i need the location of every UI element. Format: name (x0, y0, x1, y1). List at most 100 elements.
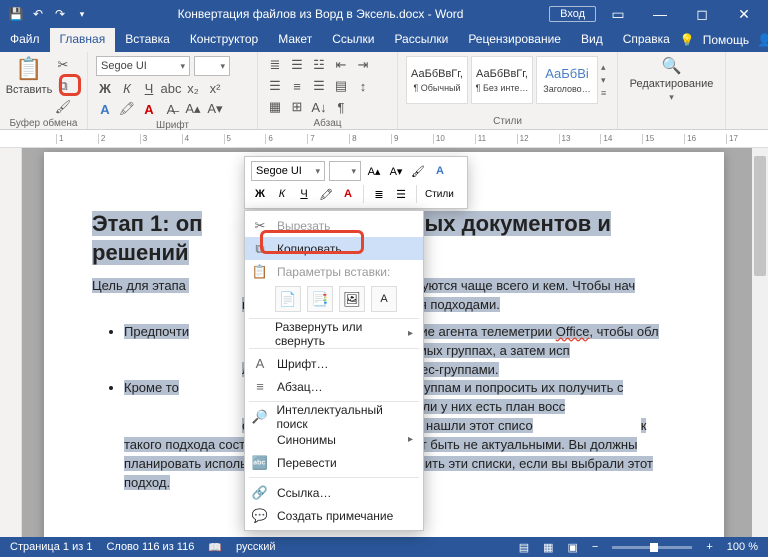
mini-font-name[interactable]: Segoe UI▾ (251, 161, 325, 181)
zoom-slider[interactable] (612, 546, 692, 549)
qat-dropdown-icon[interactable]: ▾ (72, 4, 92, 24)
clear-format-icon[interactable]: A̶ (162, 100, 180, 118)
horizontal-ruler[interactable]: 1234567891011121314151617 (0, 130, 768, 148)
view-print-icon[interactable]: ▦ (543, 541, 553, 554)
mini-grow-font-icon[interactable]: A▴ (365, 161, 383, 181)
style-heading1[interactable]: АаБбВі Заголово… (536, 56, 598, 104)
numbering-icon[interactable]: ☰ (288, 56, 306, 74)
mini-italic-icon[interactable]: К (273, 184, 291, 204)
maximize-icon[interactable]: ◻ (682, 0, 722, 28)
font-name-select[interactable]: Segoe UI▾ (96, 56, 190, 76)
paste-merge-icon[interactable]: 📑 (307, 286, 333, 312)
mini-numbering-icon[interactable]: ☰ (392, 184, 410, 204)
strike-icon[interactable]: abc (162, 79, 180, 97)
bullets-icon[interactable]: ≣ (266, 56, 284, 74)
grow-font-icon[interactable]: A▴ (184, 100, 202, 118)
font-color-icon[interactable]: A (140, 100, 158, 118)
shrink-font-icon[interactable]: A▾ (206, 100, 224, 118)
view-web-icon[interactable]: ▣ (568, 541, 578, 554)
tab-file[interactable]: Файл (0, 28, 50, 52)
status-word-count[interactable]: Слово 116 из 116 (106, 541, 194, 553)
mini-font-size[interactable]: ▾ (329, 161, 361, 181)
editing-button[interactable]: 🔍 Редактирование ▾ (626, 56, 717, 103)
zoom-level[interactable]: 100 % (727, 541, 758, 553)
lightbulb-icon[interactable]: 💡 (680, 33, 695, 47)
mini-format-painter-icon[interactable]: 🖌 (409, 161, 427, 181)
copy-icon[interactable]: ⧉ (54, 77, 72, 95)
vertical-ruler[interactable] (0, 148, 22, 537)
bold-icon[interactable]: Ж (96, 79, 114, 97)
tab-view[interactable]: Вид (571, 28, 613, 52)
decrease-indent-icon[interactable]: ⇤ (332, 56, 350, 74)
text-effects-icon[interactable]: A (96, 100, 114, 118)
status-proofing-icon[interactable]: 📖 (208, 541, 222, 554)
styles-expand-icon[interactable]: ≡ (601, 88, 606, 98)
paste-picture-icon[interactable]: 🖼 (339, 286, 365, 312)
align-right-icon[interactable]: ☰ (310, 77, 328, 95)
paste-keep-source-icon[interactable]: 📄 (275, 286, 301, 312)
vertical-scrollbar[interactable] (752, 148, 768, 537)
ctx-smart-lookup[interactable]: 🔎Интеллектуальный поиск (245, 405, 423, 428)
minimize-icon[interactable]: — (640, 0, 680, 28)
ctx-font[interactable]: AШрифт… (245, 352, 423, 375)
mini-styles-button[interactable]: Стили (423, 184, 456, 204)
borders-icon[interactable]: ⊞ (288, 98, 306, 116)
ctx-cut[interactable]: ✂Вырезать (245, 214, 423, 237)
mini-bullets-icon[interactable]: ≣ (370, 184, 388, 204)
mini-styles-icon[interactable]: A (431, 161, 449, 181)
tell-me-button[interactable]: Помощь (703, 33, 749, 47)
zoom-in-icon[interactable]: + (706, 541, 712, 553)
ctx-new-comment[interactable]: 💬Создать примечание (245, 504, 423, 527)
shading-icon[interactable]: ▦ (266, 98, 284, 116)
tab-design[interactable]: Конструктор (180, 28, 268, 52)
status-language[interactable]: русский (236, 541, 275, 553)
tab-help[interactable]: Справка (613, 28, 680, 52)
align-left-icon[interactable]: ☰ (266, 77, 284, 95)
highlight-icon[interactable]: 🖍 (118, 100, 136, 118)
line-spacing-icon[interactable]: ↕ (354, 77, 372, 95)
underline-icon[interactable]: Ч (140, 79, 158, 97)
align-center-icon[interactable]: ≡ (288, 77, 306, 95)
mini-bold-icon[interactable]: Ж (251, 184, 269, 204)
ctx-expand-collapse[interactable]: Развернуть или свернуть▸ (245, 322, 423, 345)
view-read-icon[interactable]: ▤ (519, 541, 529, 554)
tab-review[interactable]: Рецензирование (458, 28, 571, 52)
tab-mailings[interactable]: Рассылки (384, 28, 458, 52)
styles-down-icon[interactable]: ▾ (601, 75, 606, 86)
mini-highlight-icon[interactable]: 🖍 (317, 184, 335, 204)
save-icon[interactable]: 💾 (6, 4, 26, 24)
show-marks-icon[interactable]: ¶ (332, 98, 350, 116)
cut-icon[interactable]: ✂ (54, 56, 72, 74)
paste-button[interactable]: 📋 Вставить (8, 56, 50, 116)
paste-text-only-icon[interactable]: A (371, 286, 397, 312)
justify-icon[interactable]: ▤ (332, 77, 350, 95)
ctx-link[interactable]: 🔗Ссылка… (245, 481, 423, 504)
redo-icon[interactable]: ↷ (50, 4, 70, 24)
tab-references[interactable]: Ссылки (322, 28, 384, 52)
sort-icon[interactable]: A↓ (310, 98, 328, 116)
styles-up-icon[interactable]: ▴ (601, 62, 606, 73)
tab-layout[interactable]: Макет (268, 28, 322, 52)
superscript-icon[interactable]: x² (206, 79, 224, 97)
sign-in-button[interactable]: Вход (549, 6, 596, 22)
style-no-spacing[interactable]: АаБбВвГг, ¶ Без инте… (471, 56, 533, 104)
ctx-synonyms[interactable]: Синонимы▸ (245, 428, 423, 451)
mini-shrink-font-icon[interactable]: A▾ (387, 161, 405, 181)
share-icon[interactable]: 👤 (757, 33, 768, 47)
ribbon-options-icon[interactable]: ▭ (598, 0, 638, 28)
mini-underline-icon[interactable]: Ч (295, 184, 313, 204)
tab-home[interactable]: Главная (50, 28, 116, 52)
mini-font-color-icon[interactable]: A (339, 184, 357, 204)
subscript-icon[interactable]: x₂ (184, 79, 202, 97)
ctx-copy[interactable]: ⧉Копировать (245, 237, 423, 260)
zoom-out-icon[interactable]: − (592, 541, 598, 553)
ctx-paragraph[interactable]: ≡Абзац… (245, 375, 423, 398)
multilevel-icon[interactable]: ☳ (310, 56, 328, 74)
close-icon[interactable]: ✕ (724, 0, 764, 28)
italic-icon[interactable]: К (118, 79, 136, 97)
tab-insert[interactable]: Вставка (115, 28, 180, 52)
font-size-select[interactable]: ▾ (194, 56, 230, 76)
undo-icon[interactable]: ↶ (28, 4, 48, 24)
style-normal[interactable]: АаБбВвГг, ¶ Обычный (406, 56, 468, 104)
status-page[interactable]: Страница 1 из 1 (10, 541, 92, 553)
